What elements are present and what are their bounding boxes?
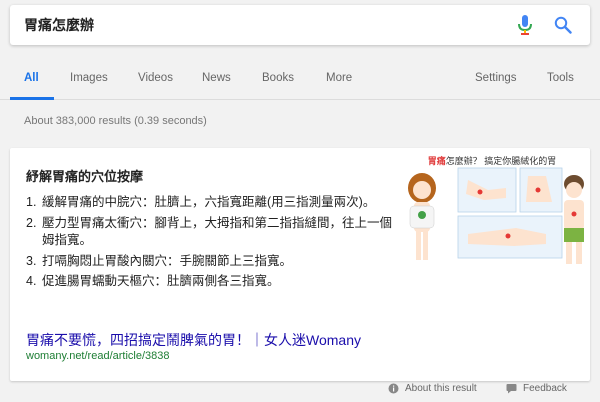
tab-tools[interactable]: Tools [547,72,574,84]
search-input[interactable]: 胃痛怎麼辦 [24,15,512,35]
search-bar[interactable]: 胃痛怎麼辦 [10,5,590,45]
feedback-icon [506,383,517,394]
list-item: 1. 緩解胃痛的中脘穴：肚臍上，六指寬距離(用三指測量兩次)。 [26,195,376,209]
tab-more[interactable]: More [326,72,352,84]
snippet-image[interactable]: 胃痛怎麼辦？ 搞定你腸絨化的胃 [396,150,588,270]
list-item: 2. 壓力型胃痛太衝穴：腳背上，大拇指和第二指指縫間，往上一個姆指寬。 [26,215,393,248]
tab-settings[interactable]: Settings [475,72,517,84]
feedback-link[interactable]: Feedback [506,383,567,394]
microphone-icon[interactable] [512,12,538,38]
search-icon[interactable] [550,12,576,38]
acupressure-illustration [408,167,584,264]
about-icon [388,383,399,394]
image-caption: 胃痛怎麼辦？ 搞定你腸絨化的胃 [427,156,557,166]
list-item: 3. 打嗝胸悶止胃酸內關穴：手腕關節上三指寬。 [26,253,293,268]
active-tab-indicator [10,97,54,100]
snippet-steps: 1. 緩解胃痛的中脘穴：肚臍上，六指寬距離(用三指測量兩次)。 2. 壓力型胃痛… [26,194,396,294]
result-stats: About 383,000 results (0.39 seconds) [24,115,207,127]
tab-videos[interactable]: Videos [138,72,173,84]
search-tabs: All Images Videos News Books More Settin… [0,52,600,100]
featured-snippet: 紓解胃痛的穴位按摩 1. 緩解胃痛的中脘穴：肚臍上，六指寬距離(用三指測量兩次)… [10,148,590,381]
about-this-result[interactable]: About this result [388,383,477,394]
result-title-link[interactable]: 胃痛不要慌，四招搞定鬧脾氣的胃！｜女人迷Womany [26,330,361,350]
tab-all[interactable]: All [24,72,39,84]
tab-news[interactable]: News [202,72,231,84]
list-item: 4. 促進腸胃蠕動天樞穴：肚臍兩側各三指寬。 [26,274,280,288]
snippet-title: 紓解胃痛的穴位按摩 [26,169,144,184]
result-url[interactable]: womany.net/read/article/3838 [26,350,170,362]
tab-books[interactable]: Books [262,72,294,84]
tab-images[interactable]: Images [70,72,108,84]
